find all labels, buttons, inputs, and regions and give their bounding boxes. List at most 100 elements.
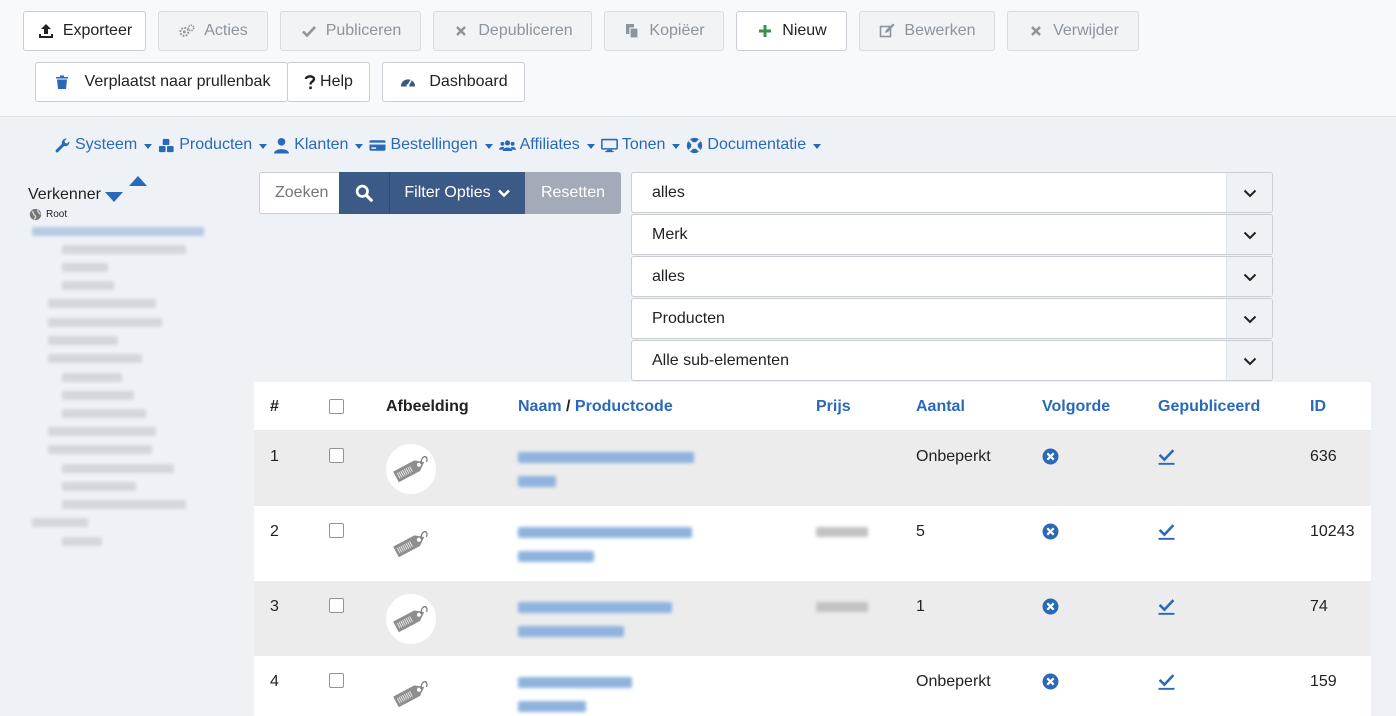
- search-button[interactable]: [339, 172, 389, 214]
- filter-select-subelements[interactable]: Alle sub-elementen: [631, 340, 1273, 381]
- product-name-link[interactable]: [518, 527, 692, 538]
- tree-item[interactable]: [62, 537, 102, 546]
- filter-select-type[interactable]: Producten: [631, 298, 1273, 339]
- tree-item[interactable]: [62, 245, 186, 254]
- row-checkbox[interactable]: [329, 448, 344, 463]
- search-icon: [355, 184, 373, 202]
- menu-item-customers[interactable]: Klanten: [273, 136, 364, 154]
- filter-select-3[interactable]: alles: [631, 256, 1273, 297]
- menu-item-customers-label: Klanten: [294, 136, 349, 153]
- row-checkbox[interactable]: [329, 598, 344, 613]
- published-check-icon[interactable]: [1158, 523, 1175, 540]
- tree-root[interactable]: Root: [29, 208, 67, 221]
- dashboard-button-label: Dashboard: [429, 73, 508, 90]
- question-icon: [304, 73, 316, 91]
- menu-item-documentation[interactable]: Documentatie: [686, 136, 822, 154]
- copy-button[interactable]: Kopiëer: [604, 11, 724, 51]
- tree-item[interactable]: [62, 482, 136, 491]
- published-check-icon[interactable]: [1158, 598, 1175, 615]
- tree-item[interactable]: [62, 464, 174, 473]
- col-header-code[interactable]: Productcode: [575, 398, 673, 416]
- filter-select-value: Producten: [652, 309, 725, 327]
- collapse-up-icon[interactable]: [129, 176, 147, 186]
- col-header-name[interactable]: Naam: [518, 398, 562, 416]
- published-check-icon[interactable]: [1158, 448, 1175, 465]
- menu-item-system-label: Systeem: [75, 136, 138, 153]
- search-input[interactable]: [259, 172, 340, 214]
- row-checkbox[interactable]: [329, 523, 344, 538]
- cubes-icon: [159, 138, 174, 152]
- product-code-link[interactable]: [518, 476, 556, 487]
- product-code-link[interactable]: [518, 551, 594, 562]
- tree-item[interactable]: [32, 227, 204, 236]
- help-button[interactable]: Help: [287, 62, 370, 102]
- tree-item[interactable]: [62, 500, 186, 509]
- table-row: 4 Onbeperkt 159: [254, 656, 1371, 716]
- col-header-order[interactable]: Volgorde: [1042, 382, 1110, 431]
- menu-item-affiliates[interactable]: Affiliates: [498, 136, 595, 154]
- remove-circle-icon[interactable]: [1042, 523, 1059, 540]
- tree-root-label: Root: [46, 209, 68, 220]
- trash-icon: [53, 73, 71, 91]
- tree-item[interactable]: [48, 445, 152, 454]
- tree-item[interactable]: [62, 263, 108, 272]
- filter-options-button[interactable]: Filter Opties: [389, 172, 525, 214]
- tree-item[interactable]: [48, 427, 156, 436]
- col-header-published[interactable]: Gepubliceerd: [1158, 382, 1260, 431]
- price-tag-icon: [393, 681, 428, 708]
- row-id: 10243: [1310, 523, 1355, 540]
- menu-item-products-label: Producten: [179, 136, 253, 153]
- select-all-checkbox[interactable]: [329, 399, 344, 414]
- tree-item[interactable]: [62, 391, 134, 400]
- menu-item-products[interactable]: Producten: [158, 136, 268, 154]
- col-header-id[interactable]: ID: [1310, 382, 1326, 431]
- reset-button[interactable]: Resetten: [525, 172, 621, 214]
- new-button[interactable]: Nieuw: [736, 11, 847, 51]
- unpublish-button[interactable]: Depubliceren: [433, 11, 592, 51]
- product-code-link[interactable]: [518, 701, 586, 712]
- product-name-link[interactable]: [518, 452, 694, 463]
- publish-button[interactable]: Publiceren: [280, 11, 421, 51]
- product-code-link[interactable]: [518, 626, 624, 637]
- tree-item[interactable]: [48, 354, 142, 363]
- dashboard-button[interactable]: Dashboard: [382, 62, 525, 102]
- trash-button[interactable]: Verplaatst naar prullenbak: [35, 62, 288, 102]
- filter-select-brand[interactable]: Merk: [631, 214, 1273, 255]
- menu-item-orders[interactable]: Bestellingen: [369, 136, 493, 154]
- remove-circle-icon[interactable]: [1042, 598, 1059, 615]
- tree-item[interactable]: [48, 336, 118, 345]
- menu-item-display[interactable]: Tonen: [600, 136, 681, 154]
- filter-select-1[interactable]: alles: [631, 172, 1273, 213]
- col-header-separator: /: [561, 397, 575, 415]
- chevron-down-icon: [144, 143, 153, 149]
- product-thumbnail: [386, 444, 436, 494]
- product-name-link[interactable]: [518, 677, 632, 688]
- edit-button[interactable]: Bewerken: [859, 11, 995, 51]
- row-checkbox[interactable]: [329, 673, 344, 688]
- expand-down-icon[interactable]: [104, 192, 123, 202]
- table-row: 1 Onbeperkt 636: [254, 431, 1371, 506]
- explorer-title[interactable]: Verkenner: [28, 186, 123, 204]
- col-header-qty[interactable]: Aantal: [916, 382, 965, 431]
- actions-button[interactable]: Acties: [158, 11, 268, 51]
- plus-icon: [756, 22, 774, 40]
- remove-circle-icon[interactable]: [1042, 673, 1059, 690]
- remove-circle-icon[interactable]: [1042, 448, 1059, 465]
- tree-item[interactable]: [62, 373, 122, 382]
- filter-select-value: alles: [652, 183, 685, 201]
- delete-button[interactable]: Verwijder: [1007, 11, 1139, 51]
- export-button[interactable]: Exporteer: [23, 11, 146, 51]
- menu-item-system[interactable]: Systeem: [54, 136, 153, 154]
- tree-item[interactable]: [48, 318, 162, 327]
- tree-item[interactable]: [62, 409, 146, 418]
- row-qty: 5: [916, 523, 925, 540]
- tree-item[interactable]: [62, 281, 114, 290]
- explorer-title-label: Verkenner: [28, 186, 101, 203]
- tree-item[interactable]: [48, 299, 156, 308]
- chevron-down-icon: [355, 143, 364, 149]
- times-icon: [1027, 22, 1045, 40]
- published-check-icon[interactable]: [1158, 673, 1175, 690]
- product-name-link[interactable]: [518, 602, 672, 613]
- col-header-price[interactable]: Prijs: [816, 382, 851, 431]
- tree-item[interactable]: [32, 518, 88, 527]
